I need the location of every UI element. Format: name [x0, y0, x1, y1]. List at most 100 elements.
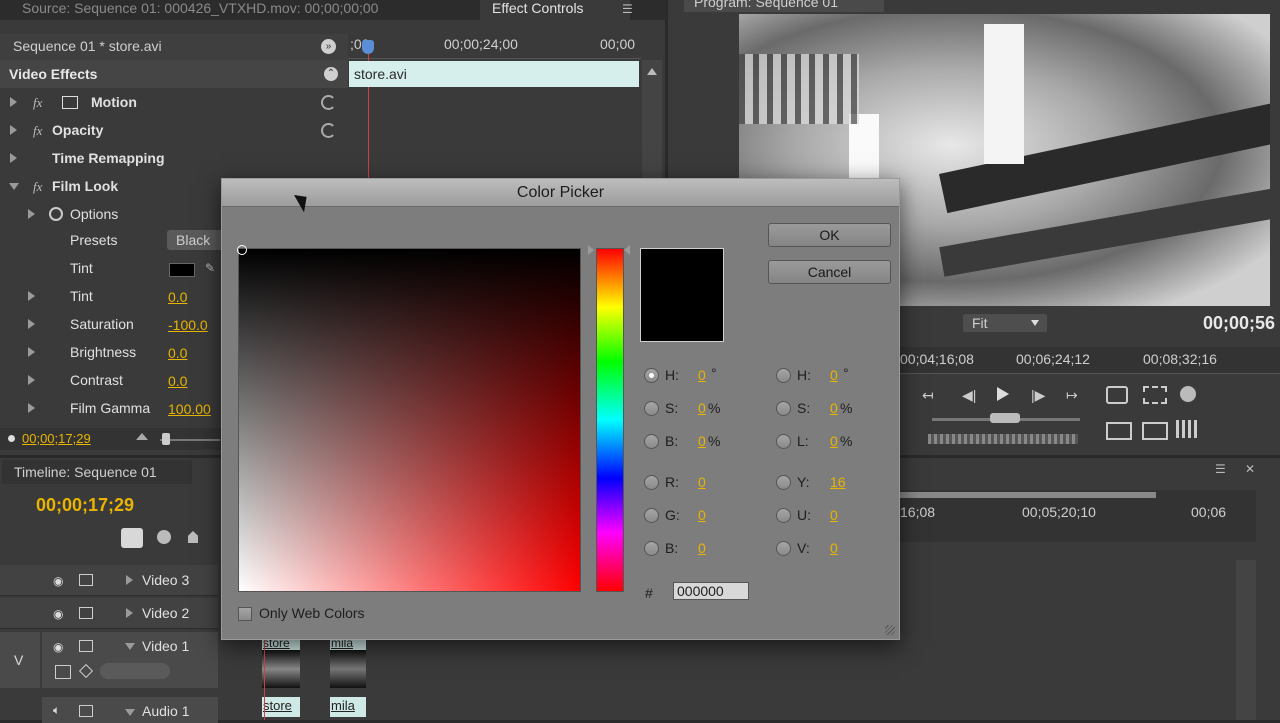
ok-button[interactable]: OK	[768, 223, 891, 247]
video2-expand-icon[interactable]	[126, 608, 133, 618]
timeline-clip-store-audio[interactable]: store	[262, 697, 300, 717]
dialog-title-bar[interactable]: Color Picker	[222, 179, 899, 207]
radio-yuv-v[interactable]	[776, 541, 791, 556]
options-gear-icon[interactable]	[49, 207, 63, 221]
radio-rgb-g[interactable]	[644, 508, 659, 523]
scroll-up-icon[interactable]: ⌃	[324, 67, 338, 81]
radio-hsb-b[interactable]	[644, 434, 659, 449]
output-icon[interactable]	[1180, 386, 1196, 402]
brightness-value[interactable]: 0.0	[168, 345, 187, 361]
audio1-lock-icon[interactable]	[79, 705, 93, 717]
radio-hsl-s[interactable]	[776, 401, 791, 416]
saturation-value[interactable]: -100.0	[168, 317, 208, 333]
timeline-menu-icon[interactable]: ☰	[1215, 462, 1226, 476]
program-tab[interactable]: Program: Sequence 01	[684, 0, 884, 12]
value-hsb-s[interactable]: 0	[698, 400, 706, 416]
cancel-button[interactable]: Cancel	[768, 260, 891, 284]
saturation-expand-icon[interactable]	[28, 319, 35, 329]
video1-eye-icon[interactable]: ◉	[53, 640, 63, 654]
playhead-marker-icon[interactable]	[362, 40, 374, 54]
effect-controls-tab[interactable]: Effect Controls	[480, 0, 630, 20]
video2-eye-icon[interactable]: ◉	[53, 607, 63, 621]
snap-icon[interactable]	[121, 528, 143, 548]
radio-rgb-b[interactable]	[644, 541, 659, 556]
value-hsl-l[interactable]: 0	[830, 433, 838, 449]
radio-hsb-h[interactable]	[644, 368, 659, 383]
video1-collapse-icon[interactable]	[125, 643, 135, 650]
video2-lock-icon[interactable]	[79, 607, 93, 619]
timeline-tab[interactable]: Timeline: Sequence 01	[2, 460, 192, 484]
eyedropper-icon[interactable]: ✎	[205, 261, 215, 275]
radio-hsl-l[interactable]	[776, 434, 791, 449]
video1-lock-icon[interactable]	[79, 640, 93, 652]
audio1-collapse-icon[interactable]	[125, 709, 135, 716]
presets-dropdown[interactable]: Black	[167, 230, 227, 250]
color-field[interactable]	[238, 248, 581, 592]
color-field-cursor-icon[interactable]	[237, 245, 247, 255]
tint-value[interactable]: 0.0	[168, 289, 187, 305]
timeline-scrollbar[interactable]	[1236, 560, 1256, 720]
step-forward-icon[interactable]: |▶	[1031, 387, 1045, 404]
timeline-timecode[interactable]: 00;00;17;29	[36, 495, 134, 516]
video3-expand-icon[interactable]	[126, 575, 133, 585]
hue-slider-left-arrow-icon[interactable]	[588, 245, 594, 255]
hue-slider-right-arrow-icon[interactable]	[624, 245, 630, 255]
play-icon[interactable]	[997, 387, 1009, 401]
ec-scroll-up-arrow-icon[interactable]	[647, 68, 657, 75]
tint-color-swatch[interactable]	[169, 263, 195, 277]
value-yuv-v[interactable]: 0	[830, 540, 838, 556]
panel-menu-icon[interactable]: ☰	[622, 2, 642, 16]
hex-input[interactable]	[673, 582, 749, 600]
opacity-fx-icon[interactable]: fx	[33, 123, 42, 139]
step-back-icon[interactable]: ◀|	[962, 387, 976, 404]
motion-expand-icon[interactable]	[10, 97, 17, 107]
timeline-close-icon[interactable]: ✕	[1245, 462, 1255, 476]
program-timecode[interactable]: 00;00;56	[1203, 313, 1275, 334]
video1-display-style-icon[interactable]	[55, 665, 71, 679]
film-gamma-value[interactable]: 100.00	[168, 401, 211, 417]
zoom-out-icon[interactable]	[136, 433, 148, 440]
radio-yuv-u[interactable]	[776, 508, 791, 523]
video3-eye-icon[interactable]: ◉	[53, 574, 63, 588]
mark-out-icon[interactable]: ↦	[1066, 387, 1078, 404]
resize-grip-icon[interactable]	[885, 625, 895, 635]
motion-transform-icon[interactable]	[62, 96, 78, 109]
time-remapping-expand-icon[interactable]	[10, 153, 17, 163]
contrast-expand-icon[interactable]	[28, 375, 35, 385]
value-hsl-s[interactable]: 0	[830, 400, 838, 416]
motion-reset-icon[interactable]	[321, 95, 336, 110]
extract-icon[interactable]	[1142, 422, 1168, 440]
value-yuv-y[interactable]: 16	[830, 474, 846, 490]
track-target-v[interactable]: V	[0, 632, 40, 688]
hue-slider[interactable]	[596, 248, 624, 592]
lift-icon[interactable]	[1106, 422, 1132, 440]
zoom-slider-thumb[interactable]	[162, 433, 170, 445]
shuttle-thumb[interactable]	[990, 413, 1020, 423]
radio-hsb-s[interactable]	[644, 401, 659, 416]
value-hsb-b[interactable]: 0	[698, 433, 706, 449]
film-look-collapse-icon[interactable]	[9, 183, 19, 190]
marker-icon[interactable]	[157, 530, 171, 544]
radio-hsl-h[interactable]	[776, 368, 791, 383]
value-rgb-r[interactable]: 0	[698, 474, 706, 490]
tint-expand-icon[interactable]	[28, 291, 35, 301]
only-web-colors-checkbox[interactable]	[238, 607, 252, 621]
mark-in-icon[interactable]: ↤	[922, 387, 934, 404]
jog-wheel[interactable]	[928, 434, 1078, 444]
value-rgb-g[interactable]: 0	[698, 507, 706, 523]
timeline-clip-mila-video[interactable]: mila	[330, 636, 366, 688]
value-hsb-h[interactable]: 0	[698, 367, 706, 383]
film-gamma-expand-icon[interactable]	[28, 403, 35, 413]
motion-fx-icon[interactable]: fx	[33, 95, 42, 111]
ec-timecode[interactable]: 00;00;17;29	[22, 431, 91, 446]
value-hsl-h[interactable]: 0	[830, 367, 838, 383]
options-expand-icon[interactable]	[28, 209, 35, 219]
fit-dropdown[interactable]: Fit	[963, 314, 1047, 332]
collapse-arrow-icon[interactable]: »	[321, 39, 336, 54]
safe-margins-icon[interactable]	[1143, 386, 1167, 404]
video3-lock-icon[interactable]	[79, 574, 93, 586]
radio-yuv-y[interactable]	[776, 475, 791, 490]
timeline-clip-mila-audio[interactable]: mila	[330, 697, 366, 717]
contrast-value[interactable]: 0.0	[168, 373, 187, 389]
opacity-expand-icon[interactable]	[10, 125, 17, 135]
